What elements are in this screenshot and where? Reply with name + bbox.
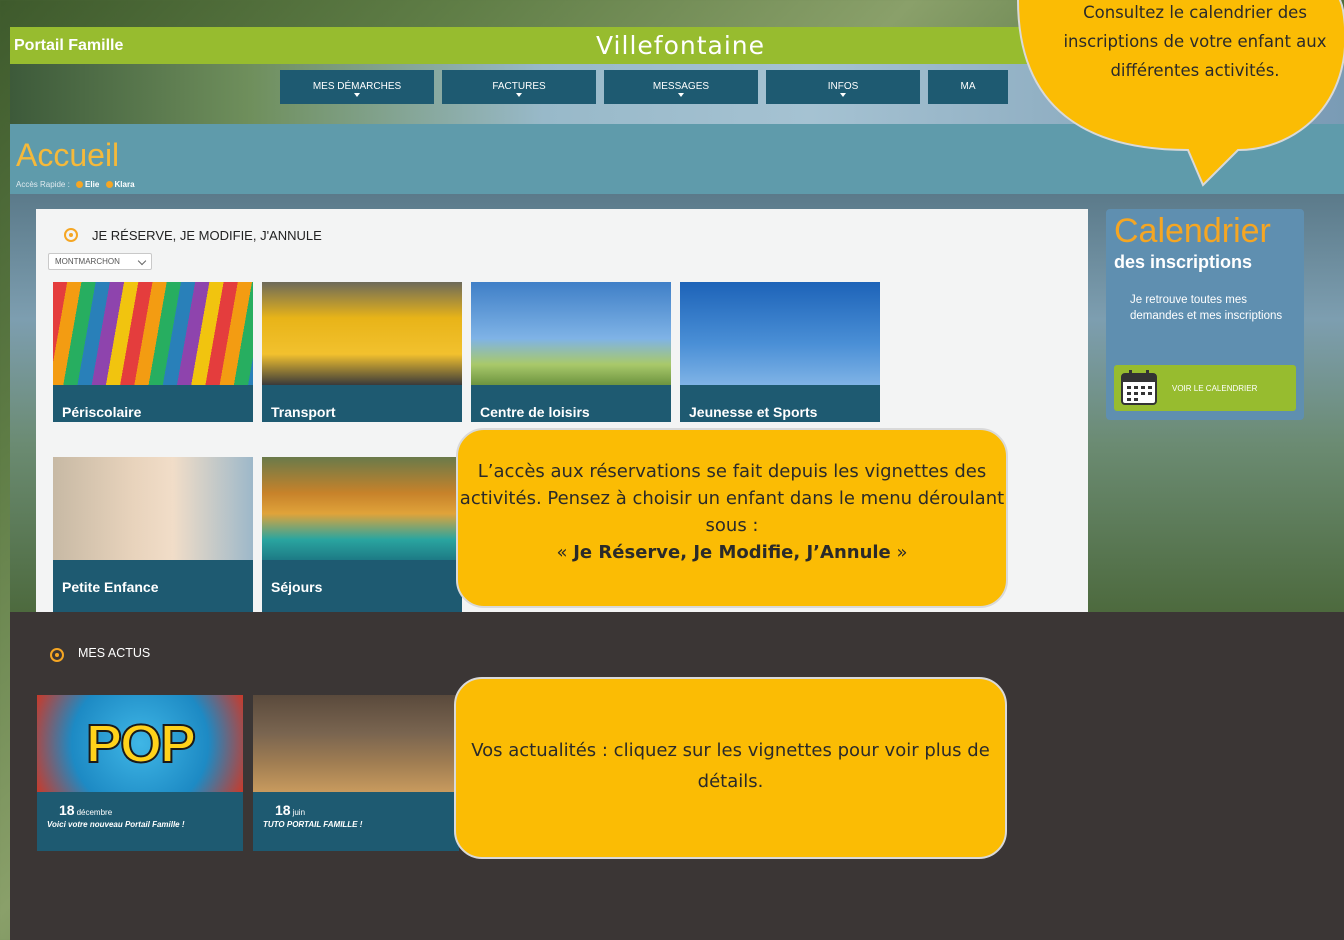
- nav-label: MA: [960, 81, 976, 92]
- section-title: JE RÉSERVE, JE MODIFIE, J'ANNULE: [92, 228, 322, 243]
- nav-mes-demarches[interactable]: MES DÉMARCHES: [280, 70, 434, 104]
- news-date: 18 juin: [253, 792, 459, 818]
- quick-access-child[interactable]: Klara: [115, 180, 135, 189]
- nav-label: MESSAGES: [652, 81, 710, 92]
- news-date: 18 décembre: [37, 792, 243, 818]
- chevron-down-icon: [137, 256, 147, 266]
- chevron-down-icon: [840, 93, 846, 97]
- calendar-icon[interactable]: [1120, 370, 1158, 406]
- tile-label: Petite Enfance: [62, 579, 159, 595]
- nav-label: INFOS: [827, 81, 859, 92]
- news-month: juin: [292, 808, 306, 817]
- quick-access-child[interactable]: Elie: [85, 180, 99, 189]
- tile-label: Jeunesse et Sports: [689, 404, 818, 420]
- football-player-image: [680, 282, 880, 385]
- colored-pencils-image: [53, 282, 253, 385]
- news-card[interactable]: POP 18 décembre Voici votre nouveau Porta…: [37, 695, 243, 851]
- target-icon: [64, 228, 78, 242]
- quick-access: Accès Rapide : Elie Klara: [16, 180, 135, 189]
- activity-tile-jeunesse-sports[interactable]: Jeunesse et Sports: [680, 282, 880, 422]
- activity-tile-periscolaire[interactable]: Périscolaire: [53, 282, 253, 422]
- nav-ma[interactable]: MA: [928, 70, 1008, 104]
- news-day: 18: [59, 802, 75, 818]
- activity-tile-centre-de-loisirs[interactable]: Centre de loisirs: [471, 282, 671, 422]
- child-with-shell-image: [53, 457, 253, 560]
- target-icon: [50, 648, 64, 662]
- news-month: décembre: [76, 808, 113, 817]
- nav-messages[interactable]: MESSAGES: [604, 70, 758, 104]
- calendar-callout-text: Consultez le calendrier des inscriptions…: [1063, 3, 1327, 80]
- open-book-image: [253, 695, 459, 792]
- tile-label: Périscolaire: [62, 404, 142, 420]
- actus-title: MES ACTUS: [78, 646, 151, 660]
- tile-label: Transport: [271, 404, 336, 420]
- portal-title[interactable]: Portail Famille: [14, 37, 123, 55]
- nav-factures[interactable]: FACTURES: [442, 70, 596, 104]
- quick-access-label: Accès Rapide :: [16, 180, 70, 189]
- tile-label: Centre de loisirs: [480, 404, 590, 420]
- calendar-subtitle: des inscriptions: [1114, 252, 1253, 272]
- child-select-value: MONTMARCHON: [55, 257, 120, 266]
- calendar-title: Calendrier: [1114, 212, 1271, 250]
- plus-icon: [105, 181, 113, 188]
- autumn-lake-image: [262, 457, 462, 560]
- quote-close: »: [890, 542, 908, 563]
- news-card[interactable]: 18 juin TUTO PORTAIL FAMILLE !: [253, 695, 459, 851]
- reservation-callout: L’accès aux réservations se fait depuis …: [456, 428, 1008, 608]
- news-caption: TUTO PORTAIL FAMILLE !: [263, 820, 363, 829]
- school-bus-image: [262, 282, 462, 385]
- actus-callout: Vos actualités : cliquez sur les vignett…: [454, 677, 1007, 859]
- reservation-callout-bold: Je Réserve, Je Modifie, J’Annule: [573, 542, 891, 563]
- chevron-down-icon: [516, 93, 522, 97]
- activity-tile-sejours[interactable]: Séjours: [262, 457, 462, 612]
- pop-culture-image: POP: [37, 695, 243, 792]
- nav-label: MES DÉMARCHES: [312, 81, 402, 92]
- tile-label: Séjours: [271, 579, 323, 595]
- kids-jumping-image: [471, 282, 671, 385]
- view-calendar-label: VOIR LE CALENDRIER: [1172, 384, 1258, 393]
- chevron-down-icon: [354, 93, 360, 97]
- child-select[interactable]: MONTMARCHON: [48, 253, 152, 270]
- news-caption: Voici votre nouveau Portail Famille !: [47, 820, 185, 829]
- page-title: Accueil: [16, 137, 120, 173]
- pop-image-text: POP: [85, 713, 197, 775]
- activity-tile-transport[interactable]: Transport: [262, 282, 462, 422]
- plus-icon: [76, 181, 84, 188]
- activity-tile-petite-enfance[interactable]: Petite Enfance: [53, 457, 253, 612]
- chevron-down-icon: [678, 93, 684, 97]
- news-day: 18: [275, 802, 291, 818]
- nav-infos[interactable]: INFOS: [766, 70, 920, 104]
- calendar-description: Je retrouve toutes mes demandes et mes i…: [1130, 294, 1283, 322]
- villefontaine-logo[interactable]: Villefontaine: [596, 31, 765, 60]
- quote-open: «: [556, 542, 574, 563]
- reservation-callout-text: L’accès aux réservations se fait depuis …: [459, 461, 1005, 536]
- nav-label: FACTURES: [492, 81, 546, 92]
